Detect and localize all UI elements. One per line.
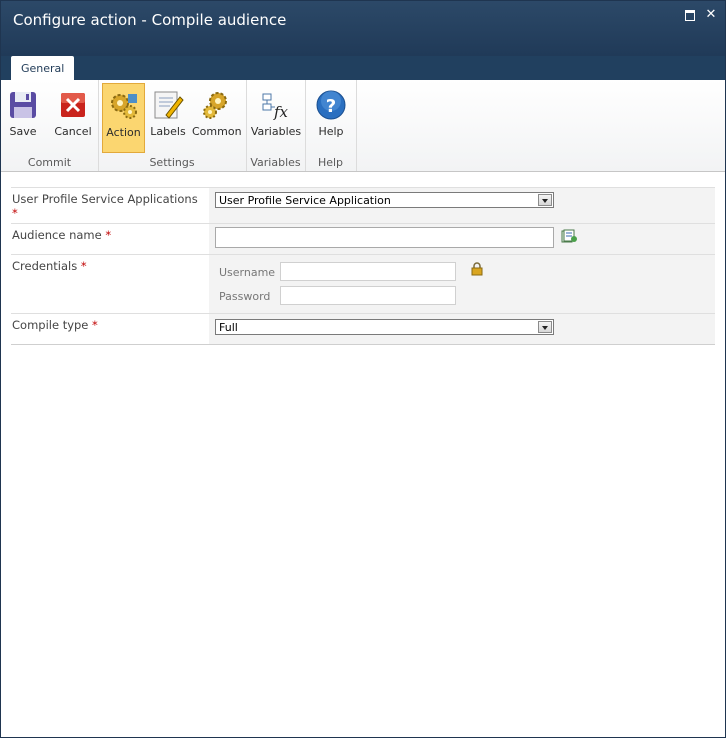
username-label: Username (219, 266, 276, 279)
variables-button-label: Variables (250, 125, 302, 138)
cancel-x-icon (57, 89, 89, 121)
form-bottom-divider (11, 344, 715, 345)
cancel-button-label: Cancel (54, 125, 92, 138)
required-marker: * (12, 206, 18, 220)
help-question-icon: ? (315, 89, 347, 121)
lock-icon[interactable] (471, 262, 483, 276)
gears-icon (108, 90, 140, 122)
action-button-label: Action (106, 126, 141, 139)
dropdown-arrow-icon[interactable] (538, 321, 552, 333)
compile-type-select[interactable]: Full (215, 319, 554, 335)
dropdown-arrow-icon[interactable] (538, 194, 552, 206)
tab-general[interactable]: General (11, 56, 75, 80)
ribbon-group-settings: Action Labels Common Settings (98, 80, 247, 171)
ribbon-group-variables: fx Variables Variables (246, 80, 306, 171)
credentials-field-cell: Username Password (209, 255, 715, 313)
configure-action-dialog: Configure action - Compile audience ✕ Ge… (0, 0, 726, 738)
required-marker: * (92, 318, 98, 332)
audience-field-cell (209, 224, 715, 254)
insert-reference-icon[interactable] (561, 229, 577, 243)
floppy-disk-icon (7, 89, 39, 121)
compile-type-field-cell: Full (209, 314, 715, 345)
labels-button[interactable]: Labels (150, 83, 186, 151)
compile-type-row: Compile type * Full (11, 313, 715, 345)
username-input[interactable] (280, 262, 456, 281)
help-button[interactable]: ? Help (314, 83, 348, 151)
group-label-help: Help (317, 156, 344, 169)
audience-label: Audience name * (12, 228, 112, 242)
common-gears-icon (200, 89, 232, 121)
labels-pencil-icon (152, 89, 184, 121)
password-input[interactable] (280, 286, 456, 305)
maximize-icon[interactable] (685, 10, 695, 21)
group-label-settings: Settings (149, 156, 195, 169)
common-button-label: Common (192, 125, 242, 138)
compile-type-value: Full (219, 321, 238, 334)
ups-select-value: User Profile Service Application (219, 194, 391, 207)
save-button-label: Save (9, 125, 37, 138)
credentials-row: Credentials * Username Password (11, 254, 715, 313)
ribbon-group-help: ? Help Help (305, 80, 357, 171)
ribbon: Save Cancel Commit Action Labels Common … (1, 80, 725, 172)
labels-button-label: Labels (150, 125, 186, 138)
action-settings-form: User Profile Service Applications * User… (11, 187, 715, 345)
required-marker: * (105, 228, 112, 242)
ups-select[interactable]: User Profile Service Application (215, 192, 554, 208)
variables-button[interactable]: fx Variables (250, 83, 302, 151)
compile-type-label: Compile type * (12, 318, 98, 332)
save-button[interactable]: Save (7, 83, 39, 151)
function-fx-icon: fx (260, 89, 292, 121)
help-button-label: Help (318, 125, 344, 138)
common-button[interactable]: Common (192, 83, 242, 151)
group-label-commit: Commit (27, 156, 72, 169)
ups-field-cell: User Profile Service Application (209, 188, 715, 223)
password-label: Password (219, 290, 271, 303)
dialog-title-bar: Configure action - Compile audience ✕ (1, 1, 725, 56)
svg-text:fx: fx (273, 103, 289, 121)
group-label-variables: Variables (250, 156, 301, 169)
ups-row: User Profile Service Applications * User… (11, 187, 715, 223)
svg-text:?: ? (326, 96, 336, 117)
action-button[interactable]: Action (102, 83, 145, 153)
ribbon-tabstrip: General (1, 56, 725, 80)
credentials-label: Credentials * (12, 259, 87, 273)
audience-name-input[interactable] (215, 227, 554, 248)
ups-label: User Profile Service Applications * (12, 192, 198, 220)
required-marker: * (80, 259, 87, 273)
close-icon[interactable]: ✕ (705, 8, 717, 21)
ribbon-group-commit: Save Cancel Commit (1, 80, 99, 171)
dialog-title: Configure action - Compile audience (13, 11, 287, 29)
cancel-button[interactable]: Cancel (53, 83, 93, 151)
audience-row: Audience name * (11, 223, 715, 254)
